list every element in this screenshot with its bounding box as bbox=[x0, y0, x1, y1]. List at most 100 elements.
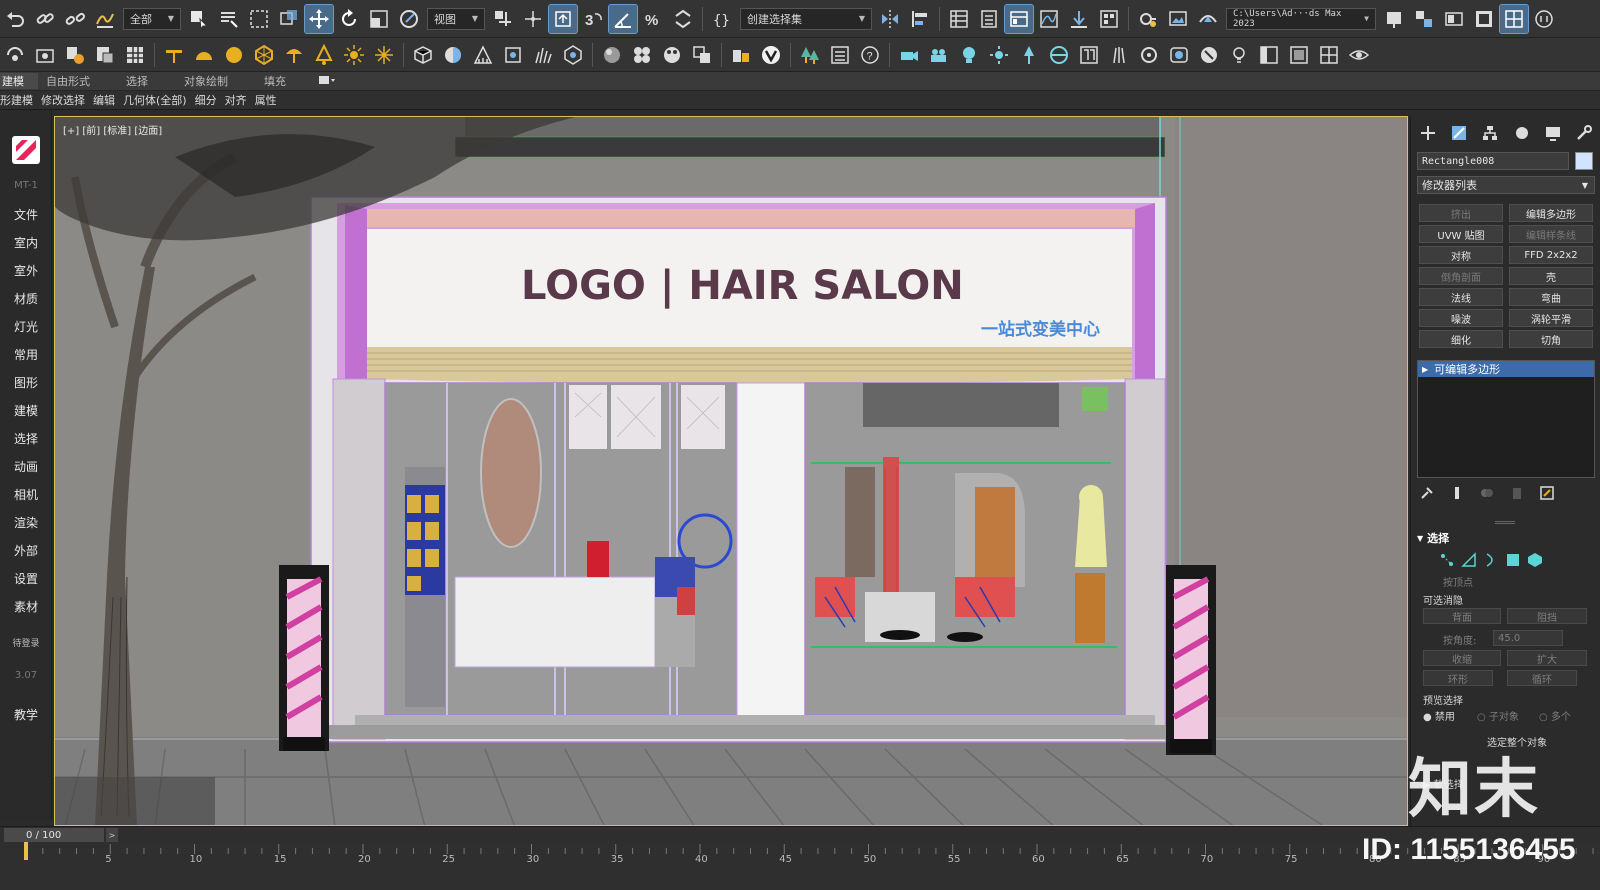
toggle-ribbon-icon[interactable] bbox=[1004, 3, 1034, 34]
material-editor-icon[interactable] bbox=[1095, 5, 1123, 33]
mod-btn-normal[interactable]: 法线 bbox=[1419, 288, 1503, 306]
refresh-icon[interactable] bbox=[1, 41, 29, 69]
left-item-interior[interactable]: 室内 bbox=[0, 234, 52, 251]
object-name-field[interactable]: Rectangle008 bbox=[1417, 152, 1569, 170]
mirror-icon[interactable] bbox=[876, 5, 904, 33]
material-link-icon[interactable] bbox=[688, 41, 716, 69]
plugin-logo[interactable] bbox=[12, 136, 40, 164]
scene-explorer-icon[interactable] bbox=[945, 5, 973, 33]
left-item-modeling[interactable]: 建模 bbox=[0, 402, 52, 419]
pin-stack-icon[interactable] bbox=[1419, 485, 1435, 501]
camera-icon[interactable] bbox=[31, 41, 59, 69]
list-icon[interactable] bbox=[826, 41, 854, 69]
workspace-icon-3[interactable] bbox=[1440, 5, 1468, 33]
left-item-material[interactable]: 材质 bbox=[0, 290, 52, 307]
select-manipulate-icon[interactable] bbox=[519, 5, 547, 33]
ribbon-options-icon[interactable] bbox=[314, 75, 340, 88]
left-item-camera[interactable]: 相机 bbox=[0, 486, 52, 503]
snap-3d-icon[interactable]: 3 bbox=[579, 5, 607, 33]
measure-icon[interactable] bbox=[469, 41, 497, 69]
by-angle-checkbox[interactable]: 按角度: bbox=[1443, 632, 1476, 647]
render-setup-icon[interactable] bbox=[1134, 5, 1162, 33]
scatter-icon[interactable] bbox=[559, 41, 587, 69]
angle-spinner[interactable]: 45.0 bbox=[1493, 630, 1563, 646]
backface-button[interactable]: 背面 bbox=[1423, 608, 1501, 624]
keyboard-shortcut-icon[interactable] bbox=[548, 3, 578, 34]
scale-icon[interactable] bbox=[365, 5, 393, 33]
link-icon[interactable] bbox=[31, 5, 59, 33]
remove-modifier-icon[interactable] bbox=[1509, 485, 1525, 501]
left-item-exterior[interactable]: 室外 bbox=[0, 262, 52, 279]
configure-sets-icon[interactable] bbox=[1539, 485, 1555, 501]
undo-icon[interactable] bbox=[1, 5, 29, 33]
vray-frame-icon[interactable] bbox=[1255, 41, 1283, 69]
mod-btn-uvw-map[interactable]: UVW 贴图 bbox=[1419, 225, 1503, 243]
copy-icon[interactable] bbox=[61, 41, 89, 69]
edge-mode-icon[interactable] bbox=[1461, 552, 1477, 568]
polygon-mode-icon[interactable] bbox=[1505, 552, 1521, 568]
loop-button[interactable]: 循环 bbox=[1507, 670, 1577, 686]
unlink-icon[interactable] bbox=[61, 5, 89, 33]
shrink-button[interactable]: 收缩 bbox=[1423, 650, 1501, 666]
object-props-icon[interactable] bbox=[727, 41, 755, 69]
vray-render-icon[interactable] bbox=[1285, 41, 1313, 69]
array-icon[interactable] bbox=[499, 41, 527, 69]
paste-icon[interactable] bbox=[91, 41, 119, 69]
workspace-icon-2[interactable] bbox=[1410, 5, 1438, 33]
vray-material-icon[interactable] bbox=[1195, 41, 1223, 69]
mod-btn-chamfer[interactable]: 切角 bbox=[1509, 330, 1593, 348]
mod-btn-tessellate[interactable]: 细化 bbox=[1419, 330, 1503, 348]
bind-spacewarp-icon[interactable] bbox=[91, 5, 119, 33]
vray-sphere-icon[interactable] bbox=[1165, 41, 1193, 69]
vray-ies-icon[interactable] bbox=[1015, 41, 1043, 69]
tree-light-icon[interactable] bbox=[310, 41, 338, 69]
material-sphere-icon[interactable] bbox=[598, 41, 626, 69]
mod-btn-bend[interactable]: 弯曲 bbox=[1509, 288, 1593, 306]
show-end-result-icon[interactable] bbox=[1449, 485, 1465, 501]
object-color-swatch[interactable] bbox=[1575, 152, 1593, 170]
project-path-dropdown[interactable]: C:\Users\Ad···ds Max 2023 ▼ bbox=[1226, 7, 1376, 30]
rollout-grip[interactable] bbox=[1495, 521, 1515, 524]
vray-camera-icon[interactable] bbox=[895, 41, 923, 69]
viewport-layout-icon[interactable] bbox=[1499, 3, 1529, 34]
ribbon-tab-freeform[interactable]: 自由形式 bbox=[38, 73, 118, 89]
named-selection-dropdown[interactable]: 创建选择集 ▼ bbox=[740, 7, 872, 30]
sun-icon[interactable] bbox=[340, 41, 368, 69]
ribbon-tab-object-paint[interactable]: 对象绘制 bbox=[176, 73, 256, 89]
umbrella-icon[interactable] bbox=[280, 41, 308, 69]
half-sphere-icon[interactable] bbox=[190, 41, 218, 69]
mod-btn-noise[interactable]: 噪波 bbox=[1419, 309, 1503, 327]
vray-physcam-icon[interactable] bbox=[925, 41, 953, 69]
select-by-name-icon[interactable] bbox=[215, 5, 243, 33]
sky-icon[interactable] bbox=[370, 41, 398, 69]
sphere-icon[interactable] bbox=[220, 41, 248, 69]
utilities-tab-icon[interactable] bbox=[1573, 122, 1595, 144]
curve-editor-icon[interactable] bbox=[1035, 5, 1063, 33]
front-viewport[interactable]: [+] [前] [标准] [边面] LOGO | HAIR SALON 一站式变… bbox=[54, 116, 1408, 826]
next-frame-icon[interactable]: > bbox=[106, 828, 118, 842]
vray-proxy-icon[interactable] bbox=[1075, 41, 1103, 69]
expand-triangle-icon[interactable]: ▶ bbox=[1422, 365, 1428, 374]
rendered-frame-icon[interactable] bbox=[1164, 5, 1192, 33]
vray-eye-icon[interactable] bbox=[1345, 41, 1373, 69]
vray-dome-icon[interactable] bbox=[1045, 41, 1073, 69]
left-item-file[interactable]: 文件 bbox=[0, 206, 52, 223]
workspace-icon-1[interactable] bbox=[1380, 5, 1408, 33]
edit-named-sel-icon[interactable]: {} bbox=[708, 5, 736, 33]
pivot-center-icon[interactable] bbox=[489, 5, 517, 33]
vray-bulb-icon[interactable] bbox=[1225, 41, 1253, 69]
mod-btn-turbosmooth[interactable]: 涡轮平滑 bbox=[1509, 309, 1593, 327]
preview-off-radio[interactable]: ● 禁用 bbox=[1423, 708, 1455, 723]
ribbon-panel-align[interactable]: 对齐 bbox=[225, 92, 253, 108]
login-status[interactable]: 待登录 bbox=[0, 636, 52, 649]
mod-btn-edit-spline[interactable]: 编辑样条线 bbox=[1509, 225, 1593, 243]
rect-region-icon[interactable] bbox=[245, 5, 273, 33]
grow-button[interactable]: 扩大 bbox=[1507, 650, 1587, 666]
geosphere-icon[interactable] bbox=[250, 41, 278, 69]
schematic-view-icon[interactable] bbox=[1065, 5, 1093, 33]
plane-icon[interactable] bbox=[160, 41, 188, 69]
grass-icon[interactable] bbox=[529, 41, 557, 69]
box-icon[interactable] bbox=[409, 41, 437, 69]
help-icon[interactable] bbox=[1530, 5, 1558, 33]
display-tab-icon[interactable] bbox=[1542, 122, 1564, 144]
